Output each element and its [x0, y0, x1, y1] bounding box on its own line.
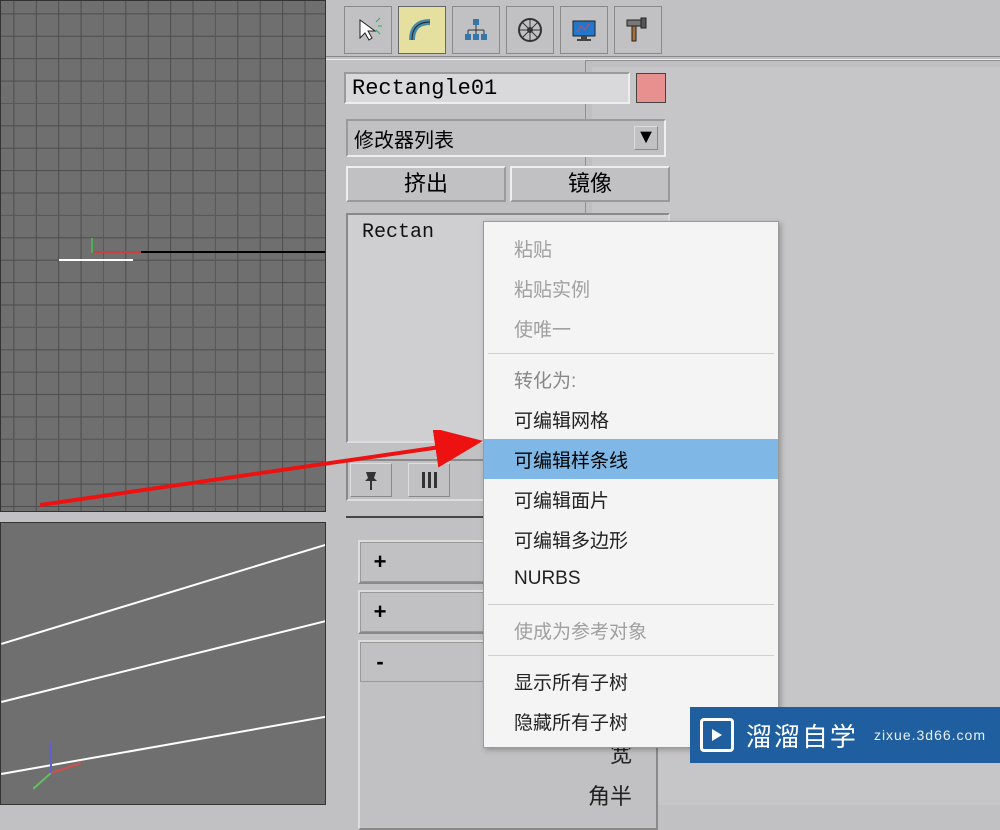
menu-editable-patch[interactable]: 可编辑面片	[484, 479, 778, 519]
tab-motion[interactable]	[506, 6, 554, 54]
object-edge-white	[59, 259, 133, 261]
menu-separator	[488, 604, 774, 605]
object-name-row	[344, 72, 666, 104]
monitor-icon	[570, 16, 598, 44]
param-corner-radius-label: 角半	[384, 776, 632, 818]
watermark-title: 溜溜自学	[746, 717, 858, 754]
play-icon	[700, 718, 734, 752]
cursor-icon	[354, 16, 382, 44]
menu-separator	[488, 655, 774, 656]
menu-make-unique[interactable]: 使唯一	[484, 308, 778, 348]
mirror-button[interactable]: 镜像	[510, 166, 670, 202]
menu-show-subtree[interactable]: 显示所有子树	[484, 661, 778, 701]
hierarchy-icon	[462, 16, 490, 44]
axis-x	[91, 251, 146, 253]
context-menu: 粘贴 粘贴实例 使唯一 转化为: 可编辑网格 可编辑样条线 可编辑面片 可编辑多…	[483, 221, 779, 748]
extrude-button[interactable]: 挤出	[346, 166, 506, 202]
watermark: 溜溜自学 zixue.3d66.com	[690, 707, 1000, 763]
modifier-buttons-row: 挤出 镜像	[346, 166, 670, 202]
dropdown-arrow-icon[interactable]: ▼	[634, 126, 658, 150]
watermark-url: zixue.3d66.com	[874, 727, 986, 743]
wheel-icon	[516, 16, 544, 44]
tab-utilities[interactable]	[614, 6, 662, 54]
object-name-input[interactable]	[344, 72, 630, 104]
modifier-list-label: 修改器列表	[354, 124, 454, 153]
object-edge-black	[141, 251, 326, 253]
annotation-arrow	[40, 430, 490, 520]
menu-convert-to-header: 转化为:	[484, 359, 778, 399]
menu-editable-mesh[interactable]: 可编辑网格	[484, 399, 778, 439]
perspective-line	[1, 526, 326, 645]
command-panel-tabs	[344, 6, 662, 54]
menu-make-reference[interactable]: 使成为参考对象	[484, 610, 778, 650]
menu-paste[interactable]: 粘贴	[484, 228, 778, 268]
rollout-expand-icon[interactable]: +	[371, 549, 389, 575]
menu-separator	[488, 353, 774, 354]
hammer-icon	[624, 16, 652, 44]
tab-create[interactable]	[344, 6, 392, 54]
modifier-list-dropdown[interactable]: 修改器列表 ▼	[346, 119, 666, 157]
object-color-swatch[interactable]	[636, 73, 666, 103]
axis-gizmo	[33, 733, 93, 793]
viewport-bottom-perspective[interactable]	[0, 522, 326, 805]
perspective-line	[1, 604, 326, 703]
menu-editable-poly[interactable]: 可编辑多边形	[484, 519, 778, 559]
tab-modify[interactable]	[398, 6, 446, 54]
toolbar-divider	[326, 56, 1000, 60]
tab-hierarchy[interactable]	[452, 6, 500, 54]
rollout-collapse-icon[interactable]: -	[371, 649, 389, 675]
bend-icon	[408, 16, 436, 44]
menu-editable-spline[interactable]: 可编辑样条线	[484, 439, 778, 479]
tab-display[interactable]	[560, 6, 608, 54]
menu-paste-instance[interactable]: 粘贴实例	[484, 268, 778, 308]
rollout-expand-icon[interactable]: +	[371, 599, 389, 625]
menu-nurbs[interactable]: NURBS	[484, 559, 778, 599]
axis-y	[91, 238, 93, 253]
